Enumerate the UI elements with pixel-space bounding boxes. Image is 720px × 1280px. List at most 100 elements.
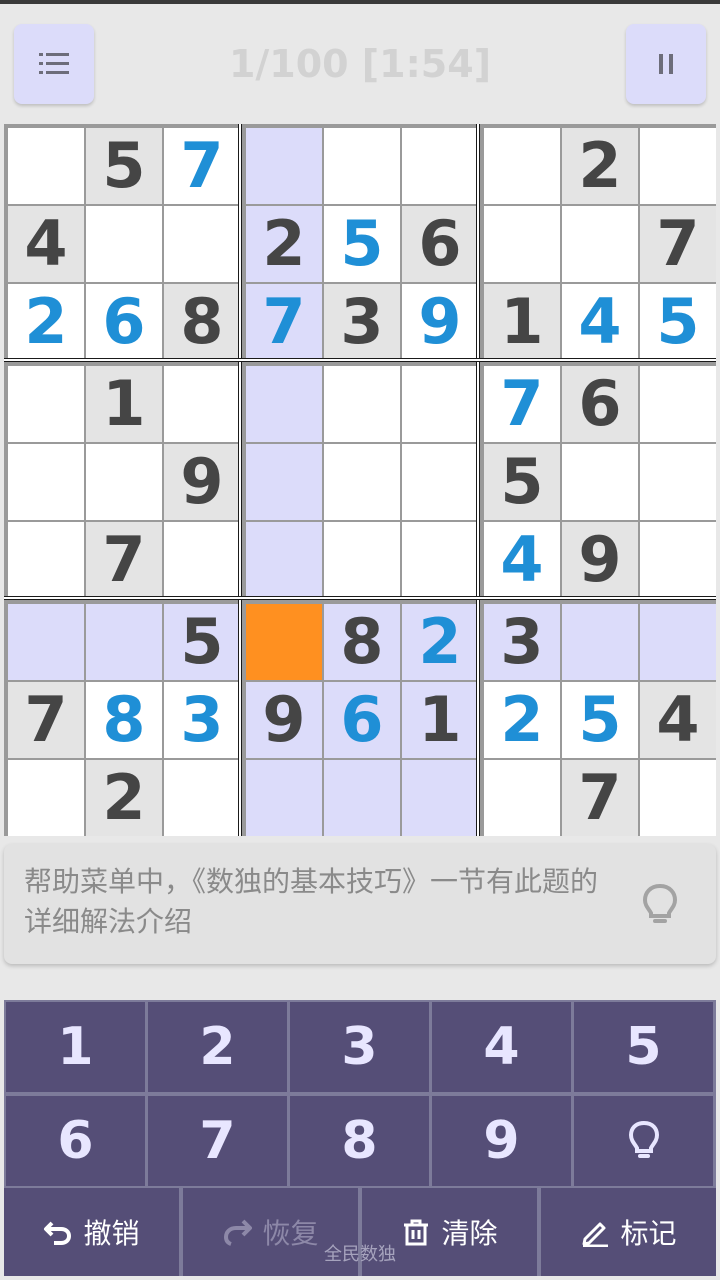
sudoku-cell[interactable]: 1 bbox=[484, 284, 560, 360]
sudoku-cell[interactable] bbox=[86, 604, 162, 680]
sudoku-cell[interactable] bbox=[246, 444, 322, 520]
sudoku-cell[interactable] bbox=[640, 604, 716, 680]
sudoku-cell[interactable]: 9 bbox=[402, 284, 478, 360]
sudoku-cell[interactable] bbox=[246, 604, 322, 680]
sudoku-cell[interactable] bbox=[402, 522, 478, 598]
sudoku-cell[interactable]: 7 bbox=[562, 760, 638, 836]
sudoku-cell[interactable] bbox=[402, 128, 478, 204]
sudoku-cell[interactable]: 8 bbox=[164, 284, 240, 360]
sudoku-cell[interactable] bbox=[8, 604, 84, 680]
sudoku-cell[interactable] bbox=[324, 760, 400, 836]
sudoku-cell[interactable] bbox=[324, 444, 400, 520]
sudoku-cell[interactable]: 2 bbox=[484, 682, 560, 758]
sudoku-cell[interactable]: 3 bbox=[324, 284, 400, 360]
sudoku-cell[interactable]: 5 bbox=[324, 206, 400, 282]
number-keypad: 123456789 撤销 恢复 清除 标记 bbox=[4, 1000, 716, 1276]
sudoku-cell[interactable]: 1 bbox=[402, 682, 478, 758]
sudoku-cell[interactable] bbox=[562, 206, 638, 282]
sudoku-cell[interactable]: 7 bbox=[484, 366, 560, 442]
hint-text: 帮助菜单中，《数独的基本技巧》一节有此题的详细解法介绍 bbox=[24, 865, 599, 938]
sudoku-cell[interactable] bbox=[164, 760, 240, 836]
sudoku-cell[interactable]: 2 bbox=[86, 760, 162, 836]
sudoku-cell[interactable]: 5 bbox=[640, 284, 716, 360]
sudoku-cell[interactable]: 7 bbox=[640, 206, 716, 282]
sudoku-cell[interactable] bbox=[246, 522, 322, 598]
sudoku-cell[interactable] bbox=[164, 366, 240, 442]
sudoku-cell[interactable] bbox=[86, 444, 162, 520]
sudoku-cell[interactable] bbox=[8, 128, 84, 204]
sudoku-cell[interactable]: 5 bbox=[164, 604, 240, 680]
sudoku-cell[interactable] bbox=[640, 366, 716, 442]
sudoku-cell[interactable]: 6 bbox=[324, 682, 400, 758]
sudoku-cell[interactable] bbox=[8, 522, 84, 598]
sudoku-cell[interactable]: 3 bbox=[164, 682, 240, 758]
sudoku-cell[interactable]: 2 bbox=[402, 604, 478, 680]
sudoku-cell[interactable] bbox=[484, 760, 560, 836]
sudoku-cell[interactable]: 9 bbox=[562, 522, 638, 598]
sudoku-cell[interactable] bbox=[324, 522, 400, 598]
sudoku-cell[interactable]: 8 bbox=[86, 682, 162, 758]
number-key[interactable]: 3 bbox=[290, 1002, 429, 1092]
sudoku-cell[interactable] bbox=[484, 206, 560, 282]
sudoku-cell[interactable]: 4 bbox=[8, 206, 84, 282]
sudoku-cell[interactable] bbox=[562, 604, 638, 680]
sudoku-cell[interactable] bbox=[640, 128, 716, 204]
sudoku-cell[interactable] bbox=[164, 206, 240, 282]
sudoku-cell[interactable]: 7 bbox=[164, 128, 240, 204]
sudoku-cell[interactable] bbox=[402, 444, 478, 520]
sudoku-cell[interactable] bbox=[324, 128, 400, 204]
box-divider-vertical bbox=[238, 124, 242, 836]
sudoku-cell[interactable]: 6 bbox=[86, 284, 162, 360]
sudoku-cell[interactable]: 4 bbox=[484, 522, 560, 598]
sudoku-board: 5724256726873914517695749582378396125427 bbox=[4, 124, 716, 836]
sudoku-cell[interactable]: 3 bbox=[484, 604, 560, 680]
sudoku-cell[interactable] bbox=[640, 444, 716, 520]
number-key[interactable]: 8 bbox=[290, 1096, 429, 1186]
sudoku-cell[interactable] bbox=[640, 522, 716, 598]
sudoku-cell[interactable]: 6 bbox=[562, 366, 638, 442]
number-key[interactable]: 2 bbox=[148, 1002, 287, 1092]
lightbulb-icon bbox=[628, 1120, 659, 1158]
sudoku-cell[interactable]: 8 bbox=[324, 604, 400, 680]
sudoku-cell[interactable] bbox=[86, 206, 162, 282]
hint-key[interactable] bbox=[574, 1096, 713, 1186]
sudoku-cell[interactable] bbox=[246, 760, 322, 836]
sudoku-cell[interactable] bbox=[8, 366, 84, 442]
number-key[interactable]: 5 bbox=[574, 1002, 713, 1092]
sudoku-cell[interactable]: 7 bbox=[246, 284, 322, 360]
sudoku-cell[interactable] bbox=[164, 522, 240, 598]
sudoku-cell[interactable] bbox=[640, 760, 716, 836]
sudoku-cell[interactable] bbox=[246, 366, 322, 442]
number-key[interactable]: 4 bbox=[432, 1002, 571, 1092]
sudoku-cell[interactable] bbox=[8, 760, 84, 836]
sudoku-cell[interactable]: 4 bbox=[562, 284, 638, 360]
number-key[interactable]: 9 bbox=[432, 1096, 571, 1186]
number-key[interactable]: 1 bbox=[6, 1002, 145, 1092]
sudoku-cell[interactable]: 7 bbox=[86, 522, 162, 598]
sudoku-cell[interactable] bbox=[8, 444, 84, 520]
sudoku-cell[interactable]: 5 bbox=[484, 444, 560, 520]
number-key[interactable]: 6 bbox=[6, 1096, 145, 1186]
sudoku-cell[interactable]: 7 bbox=[8, 682, 84, 758]
sudoku-cell[interactable] bbox=[402, 366, 478, 442]
sudoku-cell[interactable] bbox=[562, 444, 638, 520]
sudoku-cell[interactable] bbox=[324, 366, 400, 442]
sudoku-cell[interactable]: 2 bbox=[8, 284, 84, 360]
number-key[interactable]: 7 bbox=[148, 1096, 287, 1186]
sudoku-cell[interactable]: 1 bbox=[86, 366, 162, 442]
sudoku-cell[interactable]: 9 bbox=[246, 682, 322, 758]
hint-card: 帮助菜单中，《数独的基本技巧》一节有此题的详细解法介绍 bbox=[4, 844, 716, 964]
sudoku-cell[interactable]: 9 bbox=[164, 444, 240, 520]
sudoku-cell[interactable] bbox=[402, 760, 478, 836]
sudoku-cell[interactable]: 6 bbox=[402, 206, 478, 282]
sudoku-cell[interactable]: 2 bbox=[562, 128, 638, 204]
lightbulb-icon[interactable] bbox=[636, 880, 684, 928]
sudoku-cell[interactable] bbox=[246, 128, 322, 204]
sudoku-cell[interactable]: 5 bbox=[562, 682, 638, 758]
pause-button[interactable] bbox=[626, 24, 706, 104]
sudoku-cell[interactable]: 5 bbox=[86, 128, 162, 204]
sudoku-cell[interactable]: 4 bbox=[640, 682, 716, 758]
sudoku-cell[interactable]: 2 bbox=[246, 206, 322, 282]
sudoku-cell[interactable] bbox=[484, 128, 560, 204]
menu-button[interactable] bbox=[14, 24, 94, 104]
